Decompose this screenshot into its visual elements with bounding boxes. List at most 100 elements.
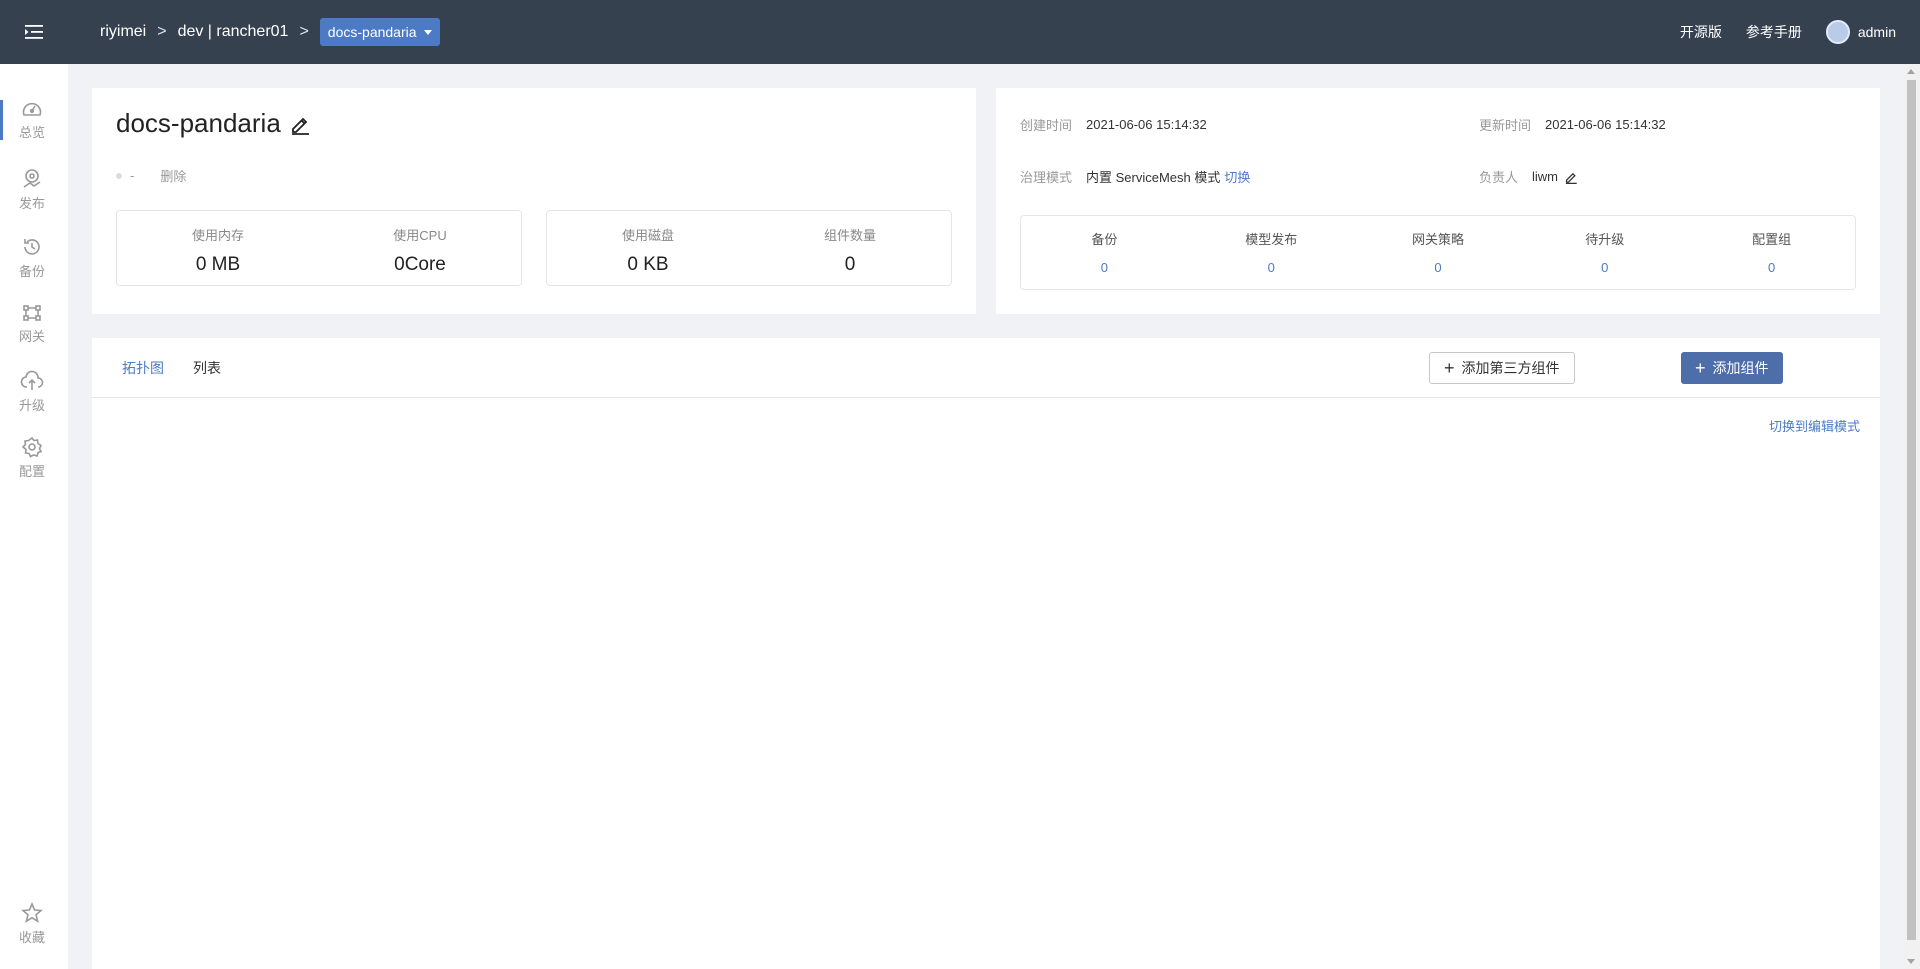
caret-down-icon xyxy=(423,29,432,35)
gateway-icon xyxy=(23,305,41,321)
menu-icon xyxy=(25,25,43,39)
count-label: 模型发布 xyxy=(1245,232,1298,247)
avatar xyxy=(1825,20,1850,44)
upgrade-icon xyxy=(20,370,44,390)
breadcrumb-team[interactable]: riyimei xyxy=(100,23,146,41)
add-component-button[interactable]: + 添加组件 xyxy=(1681,352,1783,384)
governance-mode-label: 治理模式 xyxy=(1020,170,1073,185)
scroll-up-icon[interactable] xyxy=(1907,69,1915,74)
sidebar-item-favorites[interactable]: 收藏 xyxy=(0,896,64,952)
sidebar-item-label: 升级 xyxy=(18,398,45,413)
sidebar-item-label: 发布 xyxy=(18,196,45,211)
count-gateway-policy: 网关策略 0 xyxy=(1355,216,1522,289)
status-dot xyxy=(116,172,122,179)
settings-icon xyxy=(21,436,43,458)
stat-memory: 使用内存 0 MB xyxy=(117,211,319,285)
count-backup: 备份 0 xyxy=(1021,216,1188,289)
view-tabs: 拓扑图 列表 + 添加第三方组件 + 添加组件 xyxy=(92,338,1880,398)
count-value[interactable]: 0 xyxy=(1101,260,1108,275)
pencil-icon xyxy=(291,117,309,135)
updated-time-row: 更新时间 2021-06-06 15:14:32 xyxy=(1479,115,1666,134)
backup-icon xyxy=(24,239,40,255)
resource-usage-box: 使用内存 0 MB 使用CPU 0Core xyxy=(116,210,522,286)
stat-label: 使用内存 xyxy=(191,228,244,243)
sidebar-item-label: 总览 xyxy=(18,125,45,140)
manual-link[interactable]: 参考手册 xyxy=(1746,22,1802,42)
tab-topology[interactable]: 拓扑图 xyxy=(122,358,164,378)
count-value[interactable]: 0 xyxy=(1768,260,1775,275)
stat-label: 使用CPU xyxy=(393,228,447,243)
stat-value: 0 MB xyxy=(195,254,241,275)
header-right: 开源版 参考手册 admin xyxy=(1656,20,1920,44)
user-menu[interactable]: admin xyxy=(1825,20,1896,44)
sidebar-item-publish[interactable]: 发布 xyxy=(0,162,64,218)
count-label: 网关策略 xyxy=(1411,232,1464,247)
app-name: docs-pandaria xyxy=(116,108,281,138)
count-model-release: 模型发布 0 xyxy=(1188,216,1355,289)
governance-mode-row: 治理模式 内置 ServiceMesh 模式 切换 xyxy=(1020,167,1250,186)
stat-cpu: 使用CPU 0Core xyxy=(319,211,521,285)
tab-list[interactable]: 列表 xyxy=(193,358,221,378)
sidebar-item-settings[interactable]: 配置 xyxy=(0,430,64,486)
stat-value: 0 xyxy=(844,254,856,275)
count-label: 配置组 xyxy=(1752,232,1792,247)
breadcrumb-separator: > xyxy=(299,23,309,40)
sidebar-item-upgrade[interactable]: 升级 xyxy=(0,364,64,420)
topology-panel: 拓扑图 列表 + 添加第三方组件 + 添加组件 切换到编辑模式 xyxy=(92,338,1880,969)
count-label: 备份 xyxy=(1091,232,1118,247)
stat-label: 使用磁盘 xyxy=(621,228,674,243)
edit-name-button[interactable] xyxy=(289,113,311,135)
app-summary-card: docs-pandaria - 删除 使用内存 0 MB 使用CPU 0Core… xyxy=(92,88,976,314)
owner-label: 负责人 xyxy=(1479,170,1519,185)
sidebar-item-overview[interactable]: 总览 xyxy=(0,92,64,148)
sidebar-item-label: 配置 xyxy=(18,464,45,479)
button-label: 添加第三方组件 xyxy=(1461,360,1560,376)
stat-component-count: 组件数量 0 xyxy=(749,211,951,285)
add-third-party-component-button[interactable]: + 添加第三方组件 xyxy=(1429,352,1575,384)
sidebar-item-label: 收藏 xyxy=(18,930,45,945)
created-time-row: 创建时间 2021-06-06 15:14:32 xyxy=(1020,115,1207,134)
scroll-down-icon[interactable] xyxy=(1907,959,1915,964)
breadcrumb-separator: > xyxy=(157,23,167,40)
delete-button[interactable]: 删除 xyxy=(160,166,186,185)
scroll-thumb[interactable] xyxy=(1907,80,1916,940)
resource-counts-box: 备份 0 模型发布 0 网关策略 0 待升级 0 配置组 0 xyxy=(1020,215,1856,290)
breadcrumb-cluster[interactable]: dev | rancher01 xyxy=(178,23,289,41)
page-scrollbar[interactable] xyxy=(1903,64,1920,969)
updated-time-value: 2021-06-06 15:14:32 xyxy=(1545,117,1666,132)
created-time-value: 2021-06-06 15:14:32 xyxy=(1086,117,1207,132)
pencil-icon xyxy=(1565,172,1577,184)
button-label: 添加组件 xyxy=(1712,360,1769,376)
owner-row: 负责人 liwm xyxy=(1479,167,1578,186)
count-pending-upgrade: 待升级 0 xyxy=(1521,216,1688,289)
plus-icon: + xyxy=(1444,358,1455,378)
governance-mode-value: 内置 ServiceMesh 模式 xyxy=(1086,170,1221,185)
stat-disk: 使用磁盘 0 KB xyxy=(547,211,749,285)
count-value[interactable]: 0 xyxy=(1601,260,1608,275)
publish-icon xyxy=(23,169,41,188)
sidebar-item-gateway[interactable]: 网关 xyxy=(0,296,64,352)
stat-label: 组件数量 xyxy=(823,228,876,243)
breadcrumb: riyimei > dev | rancher01 > docs-pandari… xyxy=(100,18,440,46)
status-row: - 删除 xyxy=(116,166,186,185)
star-icon xyxy=(21,902,43,923)
open-source-link[interactable]: 开源版 xyxy=(1680,22,1722,42)
stat-value: 0 KB xyxy=(627,254,669,275)
sidebar-item-label: 网关 xyxy=(18,329,45,344)
switch-mode-link[interactable]: 切换 xyxy=(1224,167,1250,186)
app-info-card: 创建时间 2021-06-06 15:14:32 更新时间 2021-06-06… xyxy=(996,88,1880,314)
count-value[interactable]: 0 xyxy=(1434,260,1441,275)
storage-usage-box: 使用磁盘 0 KB 组件数量 0 xyxy=(546,210,952,286)
count-value[interactable]: 0 xyxy=(1268,260,1275,275)
sidebar: 总览 发布 备份 网关 升级 配置 收藏 xyxy=(0,64,68,969)
menu-toggle-button[interactable] xyxy=(0,0,68,64)
username: admin xyxy=(1857,24,1896,40)
sidebar-item-backup[interactable]: 备份 xyxy=(0,230,64,286)
app-selector-dropdown[interactable]: docs-pandaria xyxy=(319,18,440,46)
updated-time-label: 更新时间 xyxy=(1479,118,1532,133)
switch-edit-mode-link[interactable]: 切换到编辑模式 xyxy=(1769,416,1860,435)
owner-value: liwm xyxy=(1532,169,1559,184)
status-text: - xyxy=(130,168,135,183)
dashboard-icon xyxy=(22,102,42,116)
edit-owner-button[interactable] xyxy=(1564,170,1578,184)
